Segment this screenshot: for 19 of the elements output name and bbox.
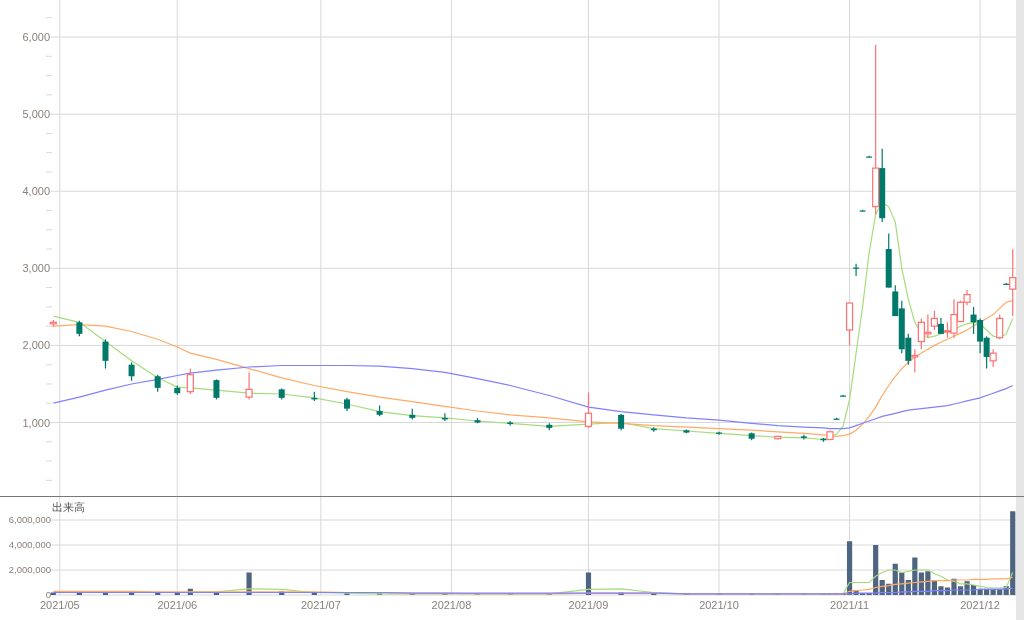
axis-tick-label: 2021/09	[568, 599, 609, 611]
axis-tick-label: 2,000	[22, 339, 50, 352]
axis-tick-label: 2021/10	[699, 599, 739, 611]
axis-tick-label: 2021/12	[960, 599, 1000, 611]
axis-tick-label: 4,000	[22, 185, 50, 198]
axis-tick-label: 6,000,000	[8, 514, 51, 525]
axis-title: 出来高	[52, 501, 85, 513]
axis-tick-label: 2021/08	[431, 599, 472, 611]
axis-tick-label: 1,000	[22, 416, 50, 429]
axis-tick-label: 2021/06	[157, 599, 198, 611]
axis-tick-label: 5,000	[22, 108, 50, 121]
axis-tick-label: 4,000,000	[8, 539, 51, 550]
axis-tick-label: 2021/07	[301, 599, 341, 611]
axis-tick-label: 2021/05	[39, 599, 80, 611]
axis-tick-label: 3,000	[22, 262, 50, 275]
axis-tick-label: 0	[45, 589, 51, 600]
axis-tick-label: 2,000,000	[8, 564, 51, 575]
axis-tick-label: 2021/11	[830, 599, 870, 611]
axis-tick-label: 6,000	[22, 31, 50, 43]
